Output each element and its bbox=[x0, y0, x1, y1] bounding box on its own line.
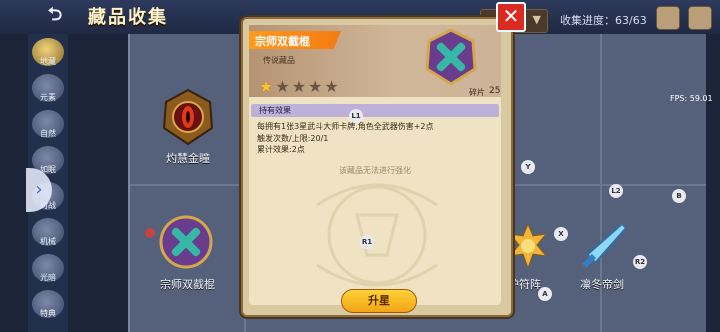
menu-icon[interactable] bbox=[688, 6, 712, 30]
red-eye-medal-icon[interactable] bbox=[160, 88, 216, 146]
fps-counter: FPS: 59.01 bbox=[670, 94, 713, 103]
controller-hint-r1[interactable]: R1 bbox=[360, 235, 374, 249]
item-name: 宗师双截棍 bbox=[255, 35, 310, 48]
star-up-button[interactable]: 升星 bbox=[341, 289, 417, 313]
sidebar-item-label: 机械 bbox=[40, 237, 56, 246]
sidebar-item-label: 元素 bbox=[40, 93, 56, 102]
collection-progress: 收集进度：63/63 bbox=[560, 14, 647, 27]
item-header: 宗师双截棍 传说藏品 ★ ★ ★ ★ ★ 碎片 25 bbox=[249, 25, 501, 97]
star-icon-empty: ★ bbox=[324, 77, 339, 96]
star-icon-empty: ★ bbox=[291, 77, 307, 96]
controller-hint-r2[interactable]: R2 bbox=[633, 255, 647, 269]
record-dot-icon bbox=[145, 228, 155, 238]
star-icon-empty: ★ bbox=[275, 77, 290, 96]
star-rating: ★ ★ ★ ★ ★ bbox=[259, 77, 341, 96]
controller-hint-b[interactable]: B bbox=[672, 189, 686, 203]
item-detail-dialog: 宗师双截棍 传说藏品 ★ ★ ★ ★ ★ 碎片 25 持有效果 L1 每拥有1张3星武斗… bbox=[241, 17, 513, 317]
card-label: 宗师双截棍 bbox=[160, 278, 215, 291]
dialog-body: 宗师双截棍 传说藏品 ★ ★ ★ ★ ★ 碎片 25 持有效果 L1 每拥有1张3星武斗… bbox=[249, 25, 501, 313]
sidebar-item-label: 特典 bbox=[40, 309, 56, 318]
effect-line: 触发次数/上限:20/1 bbox=[257, 134, 329, 143]
card-label: 灼慧金瞳 bbox=[166, 152, 210, 165]
chevron-down-icon: ▼ bbox=[532, 13, 541, 26]
sidebar-item-label: 自然 bbox=[40, 129, 56, 138]
effect-title: 持有效果 bbox=[259, 106, 291, 115]
emblem-watermark-icon bbox=[316, 183, 438, 287]
close-icon[interactable]: ✕ bbox=[496, 2, 526, 32]
card-label: 凛冬帝剑 bbox=[580, 278, 624, 291]
back-button[interactable]: ⮌ bbox=[36, 5, 74, 25]
controller-hint-l2[interactable]: L2 bbox=[609, 184, 623, 198]
sun-amulet-icon[interactable] bbox=[508, 222, 548, 270]
star-icon-filled: ★ bbox=[259, 77, 274, 96]
controller-hint-x[interactable]: X bbox=[554, 227, 568, 241]
crossed-nunchaku-icon[interactable] bbox=[158, 214, 214, 270]
frost-sword-icon[interactable] bbox=[576, 218, 632, 274]
game-screen: ⮌ 藏品收集 ▼ 收集进度：63/63 地藏 元素 自然 如眠 对战 机械 光暗… bbox=[0, 0, 720, 332]
effect-section-header: 持有效果 bbox=[251, 104, 499, 117]
star-icon-empty: ★ bbox=[308, 77, 323, 96]
sidebar-item-label: 地藏 bbox=[40, 57, 56, 66]
fragment-label: 碎片 bbox=[469, 88, 485, 97]
fragment-count: 25 bbox=[489, 86, 501, 96]
sidebar-item-label: 光暗 bbox=[40, 273, 56, 282]
item-rarity: 传说藏品 bbox=[263, 56, 295, 65]
settings-icon[interactable] bbox=[656, 6, 680, 30]
controller-hint-a[interactable]: A bbox=[538, 287, 552, 301]
effect-line: 每拥有1张3星武斗大师卡牌,角色全武器伤害+2点 bbox=[257, 122, 434, 131]
crossed-nunchaku-icon bbox=[425, 29, 477, 85]
effect-line: 累计效果:2点 bbox=[257, 145, 305, 154]
page-title: 藏品收集 bbox=[88, 7, 168, 28]
controller-hint-y[interactable]: Y bbox=[521, 160, 535, 174]
